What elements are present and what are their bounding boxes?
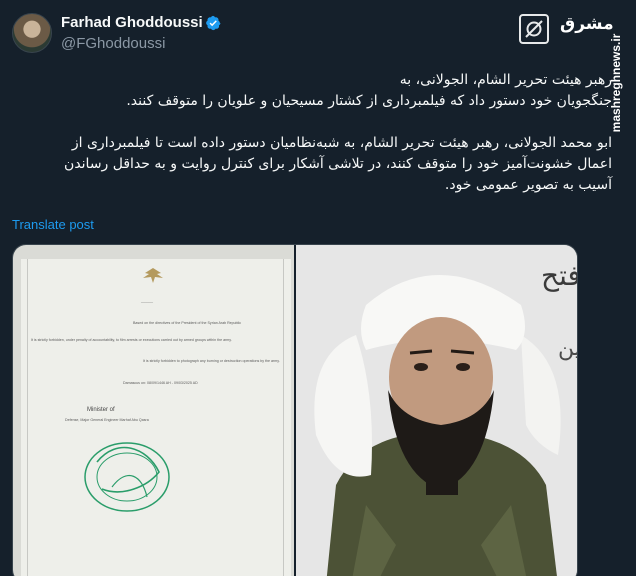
doc-minister-label: Minister of [87, 407, 115, 413]
emblem-icon [143, 268, 163, 283]
mashregh-logo: مشرق [560, 14, 614, 34]
stamp-icon [84, 442, 170, 512]
doc-date-line: Damascus on: 08/09/1446 AH - 09/03/2025 … [123, 381, 198, 385]
document-page: ______ Based on the directives of the Pr… [21, 259, 291, 576]
page-border-right [283, 259, 284, 576]
media-attachment[interactable]: ______ Based on the directives of the Pr… [12, 244, 578, 576]
avatar[interactable] [12, 13, 52, 53]
paragraph-1-line-2: جنگجویان خود دستور داد که فیلمبرداری از … [126, 93, 612, 109]
doc-line-2: It is strictly forbidden, under penalty … [31, 338, 232, 342]
paragraph-2: ابو محمد الجولانی، رهبر هیئت تحریر الشام… [64, 135, 612, 193]
calligraphy-mark: ﻣﺒﻴﻦ [558, 336, 578, 361]
tweet-text: رهبر هیئت تحریر الشام، الجولانی، به جنگج… [52, 70, 612, 196]
verified-badge-icon [206, 15, 221, 31]
doc-signature-mark: ______ [141, 299, 153, 303]
doc-minister-name: Defense, Major General Engineer Marhaf A… [65, 418, 149, 422]
translate-post-link[interactable]: Translate post [12, 217, 94, 232]
grok-icon [525, 20, 543, 38]
page-border-left [27, 259, 28, 576]
doc-line-3: It is strictly forbidden to photograph a… [143, 359, 280, 363]
photo-illustration: ﻓﺘﺢ ﻣﺒﻴﻦ [296, 245, 578, 576]
handle[interactable]: @FGhoddoussi [61, 35, 165, 52]
grok-button[interactable] [519, 14, 549, 44]
calligraphy-mark: ﻓﺘﺢ [541, 259, 578, 292]
document-image[interactable]: ______ Based on the directives of the Pr… [13, 245, 294, 576]
display-name[interactable]: Farhad Ghoddoussi [61, 14, 203, 31]
paragraph-1-line-1: رهبر هیئت تحریر الشام، الجولانی، به [399, 72, 612, 88]
doc-line-1: Based on the directives of the President… [133, 321, 242, 325]
person-photo[interactable]: ﻓﺘﺢ ﻣﺒﻴﻦ [296, 245, 578, 576]
